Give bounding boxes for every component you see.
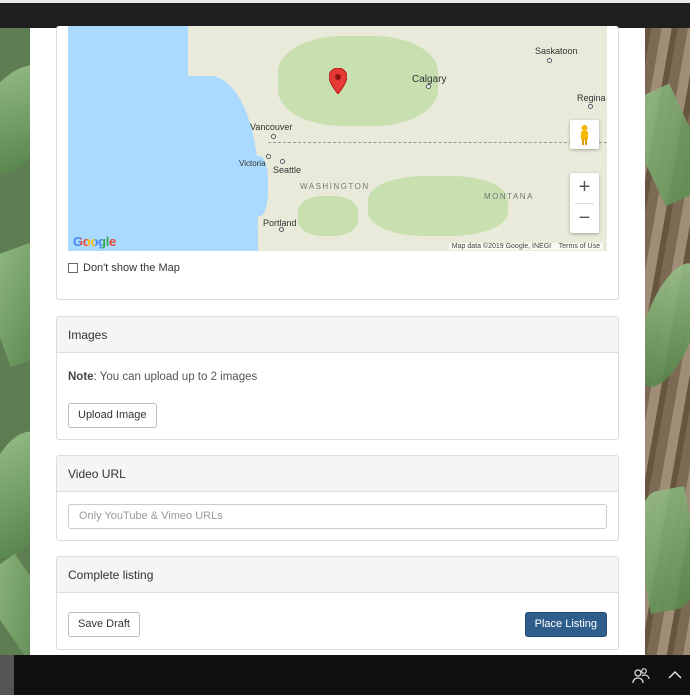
complete-listing-panel-title: Complete listing <box>57 557 618 593</box>
video-url-input[interactable]: Only YouTube & Vimeo URLs <box>68 504 607 529</box>
map-label-vancouver: Vancouver <box>250 122 293 132</box>
map-label-montana: MONTANA <box>484 192 534 201</box>
zoom-in-button[interactable]: + <box>570 173 599 202</box>
dont-show-map-label: Don't show the Map <box>83 262 180 274</box>
map-label-washington: WASHINGTON <box>300 182 370 191</box>
dont-show-map-checkbox[interactable] <box>68 263 78 273</box>
map-label-victoria: Victoria <box>239 159 266 168</box>
place-listing-button[interactable]: Place Listing <box>524 612 607 637</box>
upload-image-button[interactable]: Upload Image <box>68 403 157 428</box>
terms-of-use-link[interactable]: Terms of Use <box>559 243 600 250</box>
images-note: Note: You can upload up to 2 images <box>68 371 258 383</box>
video-url-panel-title: Video URL <box>57 456 618 492</box>
video-url-panel: Video URL Only YouTube & Vimeo URLs <box>56 455 619 541</box>
map-attribution: Map data ©2019 Google, INEGI Terms of Us… <box>448 243 603 250</box>
zoom-out-button[interactable]: − <box>570 204 599 233</box>
chevron-up-icon[interactable] <box>668 669 682 681</box>
map-view[interactable]: Saskatoon Calgary Regina Vancouver Victo… <box>68 26 607 251</box>
map-label-regina: Regina <box>577 93 606 103</box>
browser-top-bar <box>0 0 690 28</box>
google-logo: Google <box>73 234 116 249</box>
zoom-controls: + − <box>570 173 599 233</box>
map-marker-icon[interactable] <box>329 68 347 94</box>
images-panel-title: Images <box>57 317 618 353</box>
map-label-saskatoon: Saskatoon <box>535 46 578 56</box>
map-panel: Saskatoon Calgary Regina Vancouver Victo… <box>56 26 619 300</box>
pegman-icon <box>581 125 588 145</box>
map-label-seattle: Seattle <box>273 165 302 175</box>
dont-show-map-row[interactable]: Don't show the Map <box>68 262 180 274</box>
people-icon[interactable] <box>632 667 650 685</box>
street-view-pegman-button[interactable] <box>570 120 599 149</box>
complete-listing-panel: Complete listing Save Draft Place Listin… <box>56 556 619 650</box>
taskbar <box>0 655 690 695</box>
taskbar-start-edge <box>0 655 14 695</box>
images-panel: Images Note: You can upload up to 2 imag… <box>56 316 619 440</box>
page-content: Saskatoon Calgary Regina Vancouver Victo… <box>30 26 645 655</box>
save-draft-button[interactable]: Save Draft <box>68 612 140 637</box>
